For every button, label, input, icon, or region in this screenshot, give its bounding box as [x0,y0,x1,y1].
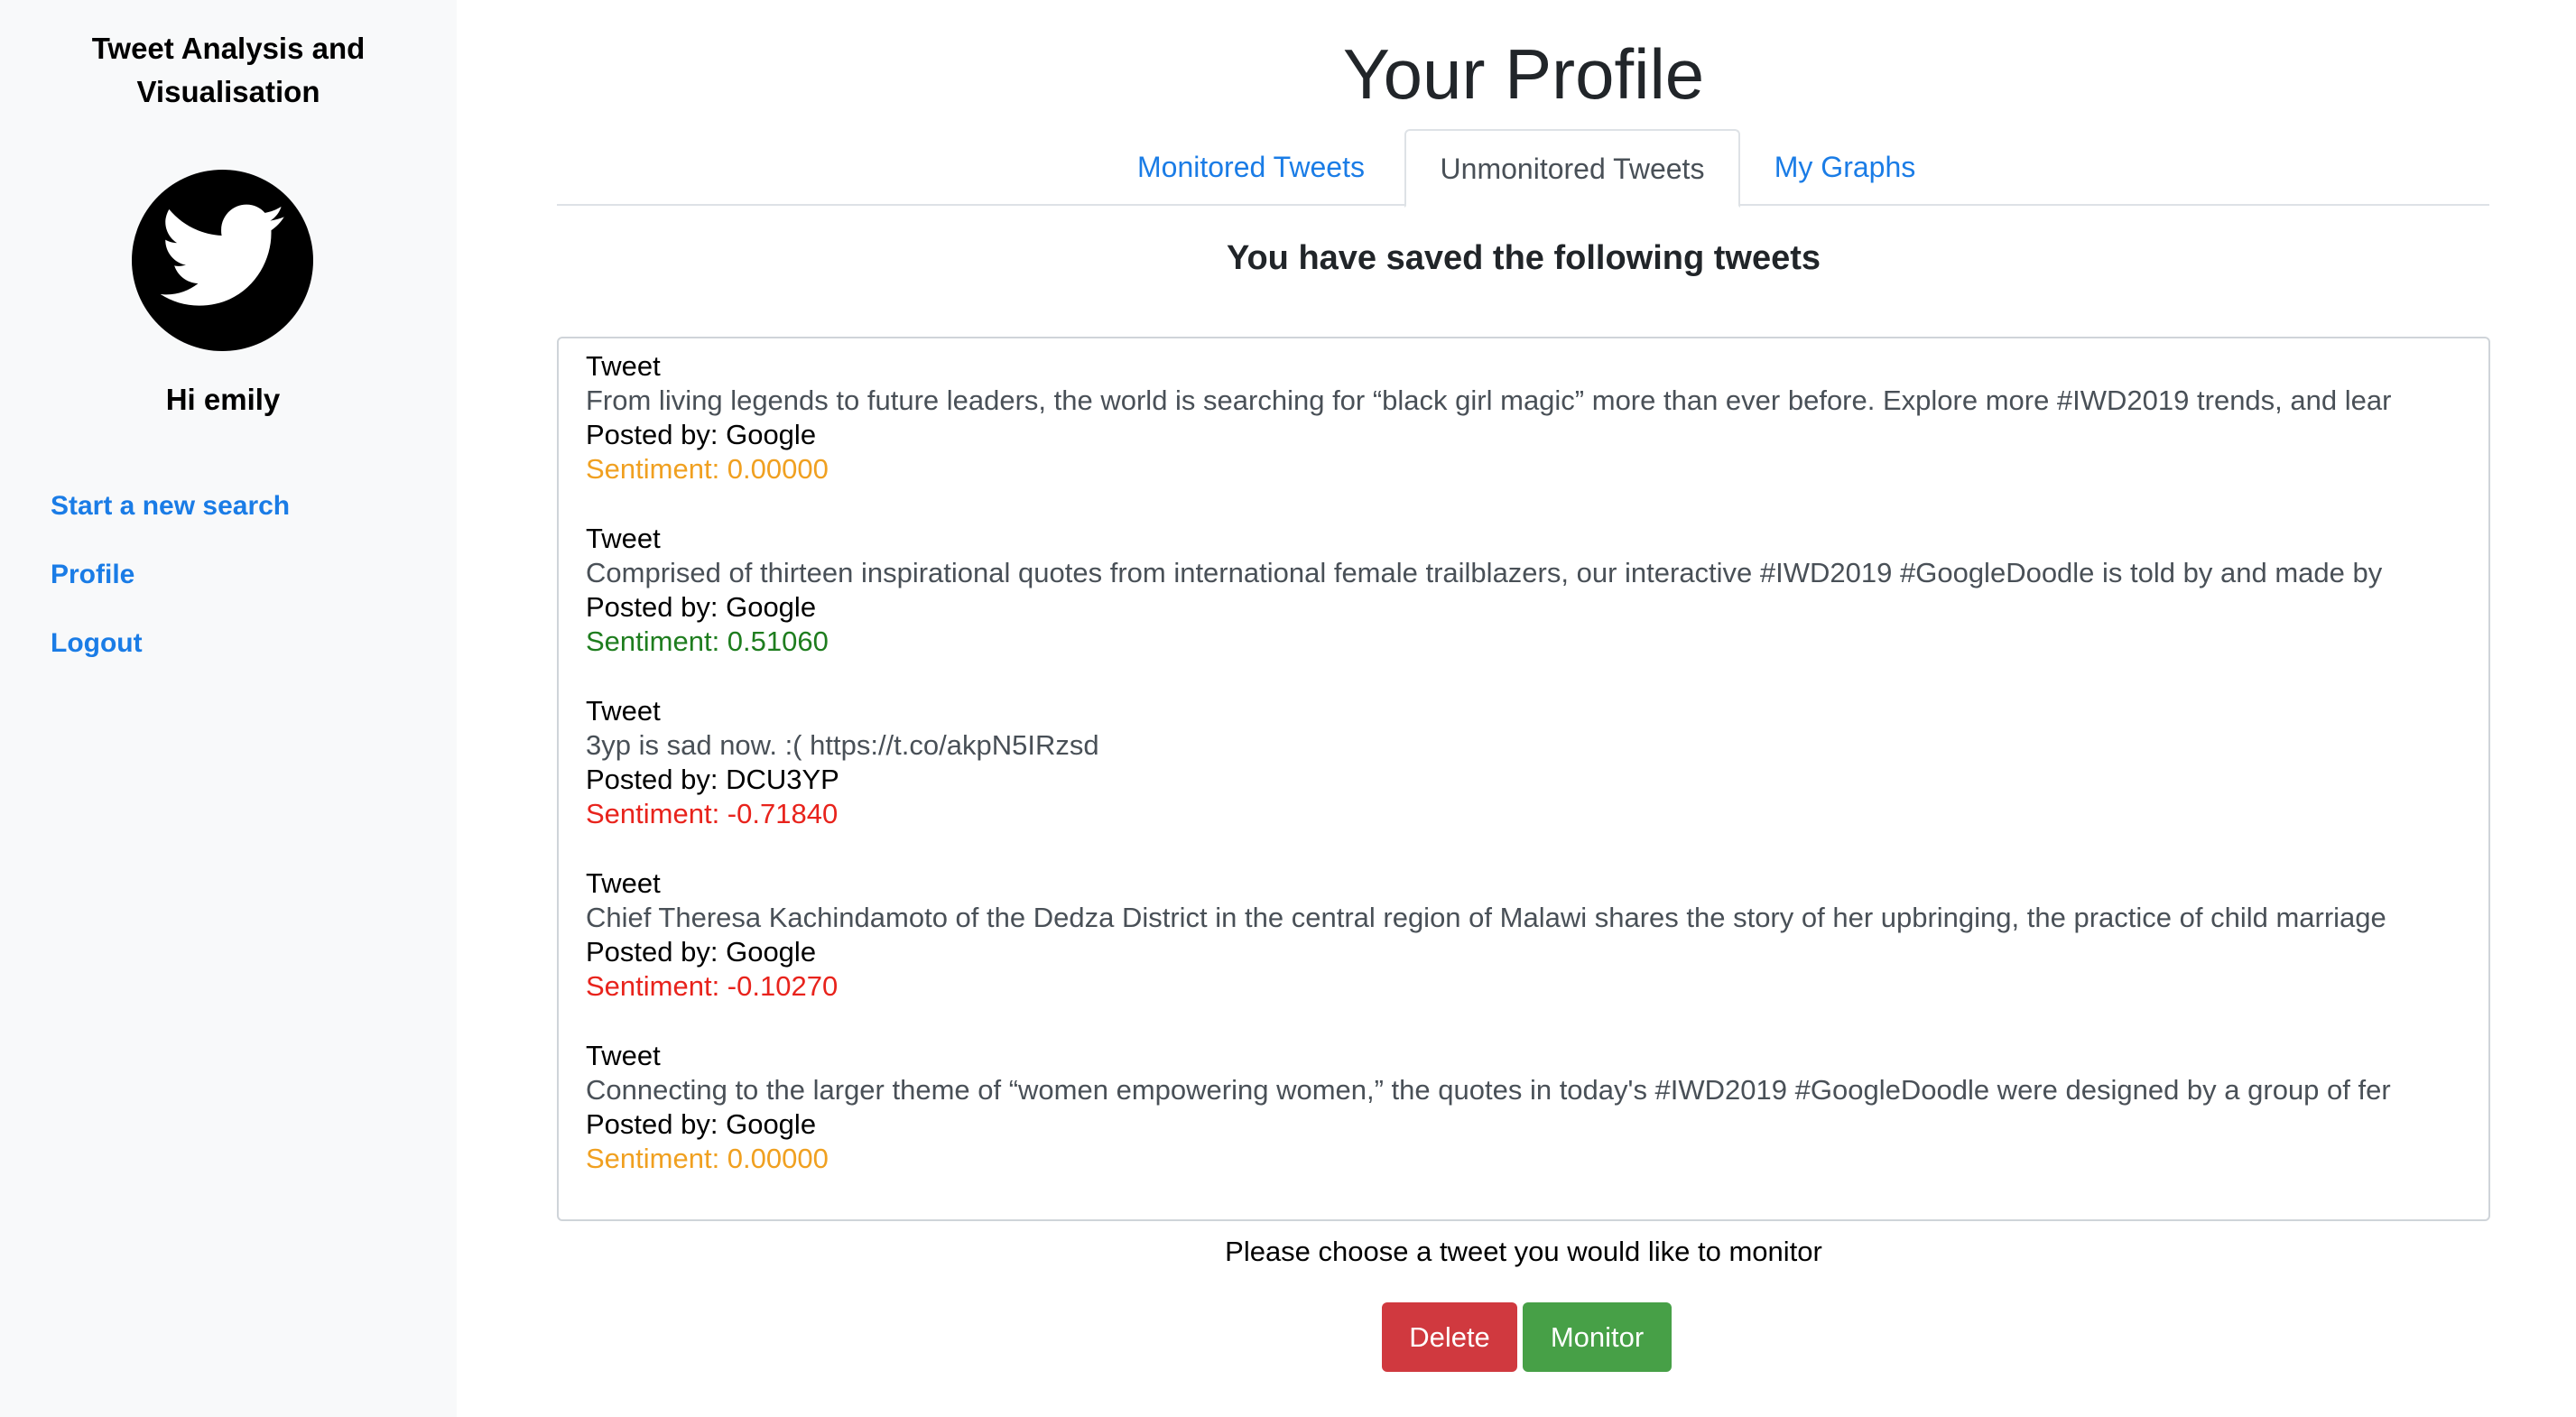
tweet-label: Tweet [586,867,661,899]
tweet-sentiment: Sentiment: -0.71840 [586,798,839,829]
tweet-text: Comprised of thirteen inspirational quot… [586,557,2383,588]
tabs: Monitored Tweets Unmonitored Tweets My G… [0,0,2576,208]
tweet-sentiment: Sentiment: 0.00000 [586,453,829,485]
tweet-sentiment: Sentiment: -0.10270 [586,970,839,1002]
tweet-item[interactable]: Tweet 3yp is sad now. :( https://t.co/ak… [586,694,2488,831]
tab-my-graphs[interactable]: My Graphs [1755,129,1935,206]
section-heading: You have saved the following tweets [1226,239,1821,277]
tweet-text: Connecting to the larger theme of “women… [586,1074,2391,1106]
nav-logout[interactable]: Logout [51,625,143,662]
tweet-label: Tweet [586,1040,661,1071]
twitter-bird-icon-graphic [161,204,285,306]
nav-start-new-search[interactable]: Start a new search [51,488,290,524]
tab-monitored-tweets[interactable]: Monitored Tweets [1117,129,1385,206]
tweet-item[interactable]: Tweet Connecting to the larger theme of … [586,1039,2488,1176]
tweet-label: Tweet [586,523,661,554]
tweet-sentiment: Sentiment: 0.51060 [586,625,829,657]
tweet-posted-by: Posted by: Google [586,419,817,450]
tweet-posted-by: Posted by: Google [586,936,817,968]
tweet-text: From living legends to future leaders, t… [586,384,2392,416]
tweet-text: Chief Theresa Kachindamoto of the Dedza … [586,902,2386,933]
user-greeting: Hi emily [165,383,281,416]
tweet-posted-by: Posted by: Google [586,1108,817,1140]
tab-unmonitored-tweets[interactable]: Unmonitored Tweets [1404,129,1740,208]
tweet-text: 3yp is sad now. :( https://t.co/akpN5IRz… [586,729,1099,761]
delete-button[interactable]: Delete [1382,1302,1517,1372]
tweet-posted-by: Posted by: Google [586,591,817,623]
tweet-item[interactable]: Tweet Chief Theresa Kachindamoto of the … [586,866,2488,1004]
tweet-sentiment: Sentiment: 0.00000 [586,1143,829,1174]
tweet-label: Tweet [586,695,661,727]
nav-profile[interactable]: Profile [51,557,134,593]
tweet-item[interactable]: Tweet From living legends to future lead… [586,349,2488,486]
monitor-prompt: Please choose a tweet you would like to … [1225,1236,1822,1267]
tweet-posted-by: Posted by: DCU3YP [586,764,839,795]
monitor-button[interactable]: Monitor [1523,1302,1672,1372]
tweet-label: Tweet [586,350,661,382]
tweet-list[interactable]: Tweet From living legends to future lead… [557,337,2490,1221]
tweet-item[interactable]: Tweet Comprised of thirteen inspirationa… [586,522,2488,659]
sidebar: Tweet Analysis and Visualisation Hi emil… [0,0,457,1417]
